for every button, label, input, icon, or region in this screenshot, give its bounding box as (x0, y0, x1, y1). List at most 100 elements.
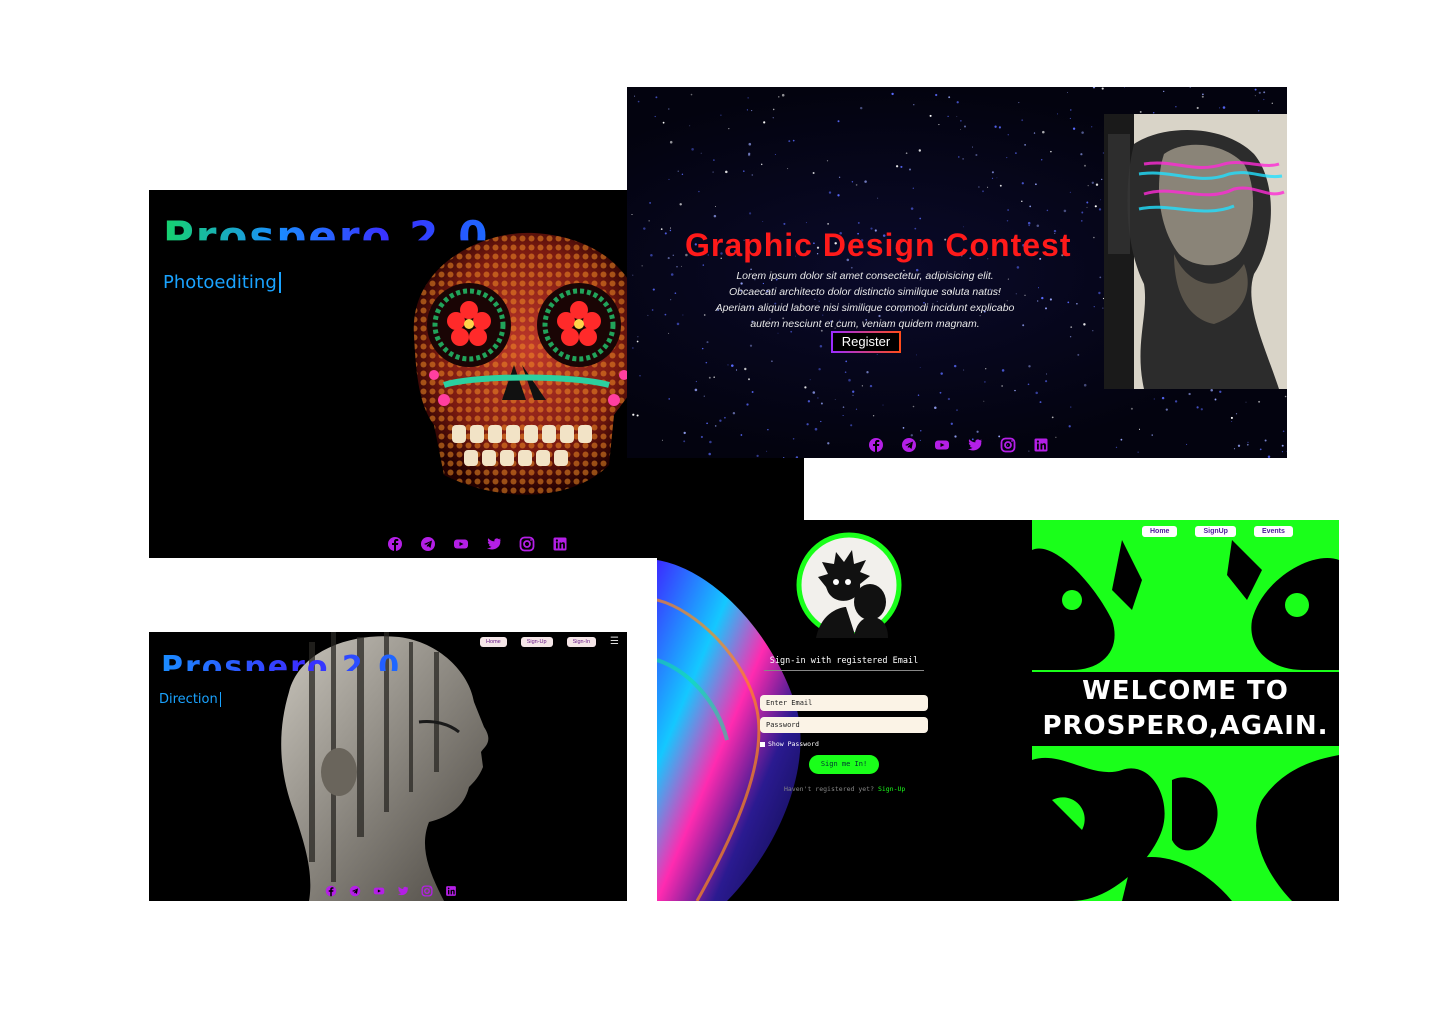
star (851, 181, 854, 183)
instagram-icon[interactable] (519, 536, 535, 552)
star (668, 108, 670, 110)
facebook-icon[interactable] (387, 536, 403, 552)
star (895, 165, 899, 168)
star (1259, 448, 1262, 451)
star (919, 367, 921, 369)
star (1286, 450, 1287, 452)
star (1015, 152, 1017, 154)
contest-description: Lorem ipsum dolor sit amet consectetur, … (695, 268, 1035, 332)
star (827, 442, 830, 445)
star (953, 364, 957, 368)
twitter-icon[interactable] (486, 536, 502, 552)
star (891, 92, 894, 96)
star (783, 222, 786, 225)
nav-signin-button[interactable]: Sign-In (566, 636, 597, 647)
star (1063, 209, 1067, 213)
star (636, 340, 639, 343)
star (1038, 287, 1039, 289)
youtube-icon[interactable] (453, 536, 469, 552)
star (701, 347, 704, 350)
youtube-icon[interactable] (373, 885, 385, 897)
twitter-icon[interactable] (397, 885, 409, 897)
nav-home-button[interactable]: Home (1142, 526, 1178, 537)
star (774, 153, 776, 156)
star (998, 126, 1001, 129)
star (725, 170, 728, 174)
facebook-icon[interactable] (325, 885, 337, 897)
star (869, 384, 873, 388)
star (866, 371, 869, 374)
star (681, 173, 684, 176)
facebook-icon[interactable] (868, 437, 884, 453)
social-row (868, 437, 1049, 453)
nav-home-button[interactable]: Home (480, 636, 507, 647)
star (1091, 181, 1094, 184)
star (850, 424, 853, 427)
youtube-icon[interactable] (934, 437, 950, 453)
hamburger-icon[interactable]: ☰ (610, 636, 619, 647)
glitch-statue-image (1104, 114, 1287, 389)
linkedin-icon[interactable] (552, 536, 568, 552)
star (772, 117, 774, 119)
star (864, 180, 867, 183)
star (1006, 157, 1008, 159)
telegram-icon[interactable] (349, 885, 361, 897)
show-password-toggle[interactable]: Show Password (760, 740, 819, 748)
nav-signup-button[interactable]: SignUp (1195, 526, 1236, 537)
star (724, 416, 726, 419)
contest-title: Graphic Design Contest (685, 227, 1072, 263)
star (683, 440, 686, 443)
star (837, 120, 840, 123)
star (971, 146, 974, 148)
star (1101, 87, 1104, 90)
telegram-icon[interactable] (901, 437, 917, 453)
register-prompt-text: Haven't registered yet? (784, 785, 875, 793)
star (950, 422, 953, 425)
linkedin-icon[interactable] (1033, 437, 1049, 453)
star (713, 159, 715, 161)
star (940, 372, 943, 375)
register-button[interactable]: Register (831, 331, 901, 353)
star (690, 93, 693, 96)
instagram-icon[interactable] (421, 885, 433, 897)
show-password-checkbox[interactable] (760, 741, 765, 747)
star (1050, 150, 1052, 153)
star (1233, 448, 1236, 450)
star (1080, 153, 1083, 156)
star (848, 378, 851, 382)
star (1092, 330, 1094, 332)
star (1021, 182, 1024, 185)
star (751, 174, 754, 176)
star (1018, 102, 1020, 104)
star (766, 450, 768, 452)
nav-events-button[interactable]: Events (1253, 526, 1293, 537)
signup-link[interactable]: Sign-Up (878, 785, 905, 793)
email-field[interactable]: Enter Email (760, 695, 928, 711)
welcome-panel: WELCOME TO PROSPERO,AGAIN. Home SignUp E… (1032, 520, 1339, 901)
star (1264, 439, 1267, 442)
star (643, 227, 646, 230)
telegram-icon[interactable] (420, 536, 436, 552)
twitter-icon[interactable] (967, 437, 983, 453)
linkedin-icon[interactable] (445, 885, 457, 897)
star (727, 364, 729, 366)
star (820, 402, 823, 405)
star (706, 341, 709, 344)
star (771, 360, 773, 363)
star (984, 381, 986, 383)
star (788, 140, 791, 143)
instagram-icon[interactable] (1000, 437, 1016, 453)
star (676, 266, 678, 268)
description-line: Obcaecati architecto dolor distinctio si… (729, 286, 1001, 298)
star (1077, 353, 1080, 356)
password-field[interactable]: Password (760, 717, 928, 733)
welcome-headline: WELCOME TO PROSPERO,AGAIN. (1032, 674, 1339, 744)
star (806, 423, 809, 426)
star (1027, 221, 1031, 225)
sign-in-button[interactable]: Sign me In! (809, 755, 879, 774)
star (882, 404, 884, 406)
star (1254, 95, 1256, 97)
star (1094, 205, 1097, 208)
star (1007, 209, 1009, 211)
nav-signup-button[interactable]: Sign-Up (520, 636, 553, 647)
